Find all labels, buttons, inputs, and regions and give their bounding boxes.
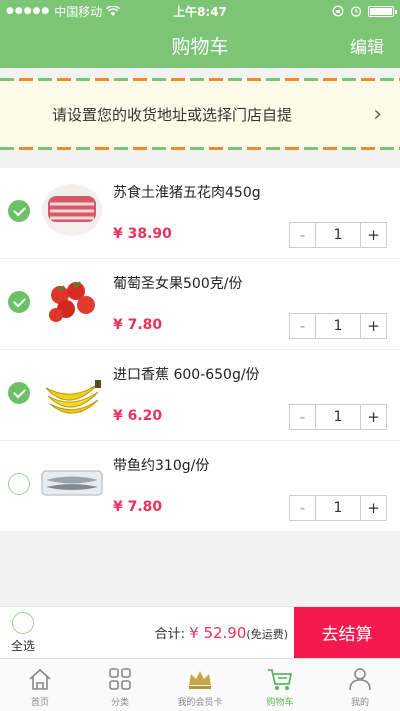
- item-price: ¥ 6.20: [113, 408, 163, 424]
- item-name: 进口香蕉 600-650g/份: [113, 367, 260, 383]
- quantity-stepper: - 1 +: [289, 222, 387, 248]
- quantity-value[interactable]: 1: [316, 496, 360, 520]
- quantity-value[interactable]: 1: [316, 223, 360, 247]
- tab-label: 我的: [350, 698, 369, 708]
- quantity-value[interactable]: 1: [316, 314, 360, 338]
- item-checkbox[interactable]: [8, 382, 30, 404]
- item-name: 带鱼约310g/份: [113, 458, 210, 474]
- cherry-tomatoes-image: [40, 271, 104, 331]
- increase-button[interactable]: +: [360, 223, 386, 247]
- cart-item: 带鱼约310g/份 ¥ 7.80 - 1 +: [0, 441, 400, 532]
- tab-label: 购物车: [266, 698, 294, 708]
- rotation-lock-icon: [332, 5, 344, 17]
- select-all[interactable]: 全选: [6, 612, 40, 654]
- tab-label: 首页: [30, 698, 49, 708]
- tab-category[interactable]: 分类: [80, 659, 160, 711]
- checkout-button[interactable]: 去结算: [294, 607, 400, 658]
- tab-bar: 首页 分类 我的会员卡 购物车 我的: [0, 658, 400, 711]
- home-icon: [29, 668, 51, 690]
- item-price: ¥ 7.80: [113, 499, 163, 515]
- cart-icon: [268, 669, 293, 690]
- address-prompt: 请设置您的收货地址或选择门店自提: [52, 105, 293, 124]
- alarm-icon: [350, 6, 362, 17]
- total-summary: 合计: ¥ 52.90(免运费): [155, 623, 288, 642]
- select-all-label: 全选: [10, 639, 35, 653]
- item-name: 苏食土淮猪五花肉450g: [113, 185, 261, 201]
- increase-button[interactable]: +: [360, 314, 386, 338]
- carrier: 中国移动: [54, 4, 103, 19]
- cart-item: 进口香蕉 600-650g/份 ¥ 6.20 - 1 +: [0, 350, 400, 441]
- user-icon: [349, 668, 371, 691]
- nav-bar: 购物车 编辑: [0, 22, 400, 68]
- decrease-button[interactable]: -: [290, 405, 316, 429]
- quantity-stepper: - 1 +: [289, 313, 387, 339]
- item-name: 葡萄圣女果500克/份: [113, 276, 243, 292]
- checkout-bar: 全选 合计: ¥ 52.90(免运费) 去结算: [0, 606, 400, 658]
- decrease-button[interactable]: -: [290, 496, 316, 520]
- select-all-checkbox[interactable]: [12, 612, 34, 634]
- ribbonfish-image: [40, 453, 104, 513]
- tab-label: 分类: [110, 698, 129, 708]
- cart-list: 苏食土淮猪五花肉450g ¥ 38.90 - 1 + 葡萄圣女果500克/份 ¥…: [0, 168, 400, 532]
- signal-icon: ●●●●●: [6, 6, 51, 16]
- quantity-value[interactable]: 1: [316, 405, 360, 429]
- item-checkbox[interactable]: [8, 200, 30, 222]
- shipping-note: (免运费): [246, 628, 288, 641]
- bananas-image: [40, 362, 104, 422]
- crown-icon: [189, 671, 211, 689]
- chevron-right-icon: ›: [373, 101, 382, 127]
- item-checkbox[interactable]: [8, 291, 30, 313]
- quantity-stepper: - 1 +: [289, 404, 387, 430]
- address-selector[interactable]: 请设置您的收货地址或选择门店自提 ›: [0, 78, 400, 150]
- increase-button[interactable]: +: [360, 496, 386, 520]
- battery-icon: [368, 5, 397, 17]
- tab-label: 我的会员卡: [177, 698, 223, 708]
- quantity-stepper: - 1 +: [289, 495, 387, 521]
- edit-button[interactable]: 编辑: [350, 33, 384, 58]
- decrease-button[interactable]: -: [290, 223, 316, 247]
- status-bar: ●●●●● 中国移动 上午8:47: [0, 0, 400, 22]
- tab-cart[interactable]: 购物车: [240, 659, 320, 711]
- total-label: 合计:: [154, 627, 185, 642]
- decrease-button[interactable]: -: [290, 314, 316, 338]
- cart-item: 苏食土淮猪五花肉450g ¥ 38.90 - 1 +: [0, 168, 400, 259]
- tab-member-card[interactable]: 我的会员卡: [160, 659, 240, 711]
- pork-belly-image: [40, 180, 104, 240]
- cart-item: 葡萄圣女果500克/份 ¥ 7.80 - 1 +: [0, 259, 400, 350]
- tab-profile[interactable]: 我的: [320, 659, 400, 711]
- item-checkbox[interactable]: [8, 473, 30, 495]
- grid-icon: [109, 668, 131, 690]
- wifi-icon: [106, 5, 121, 16]
- item-price: ¥ 38.90: [113, 226, 172, 242]
- page-title: 购物车: [171, 35, 229, 58]
- total-amount: ¥ 52.90: [189, 624, 247, 642]
- tab-home[interactable]: 首页: [0, 659, 80, 711]
- item-price: ¥ 7.80: [113, 317, 163, 333]
- increase-button[interactable]: +: [360, 405, 386, 429]
